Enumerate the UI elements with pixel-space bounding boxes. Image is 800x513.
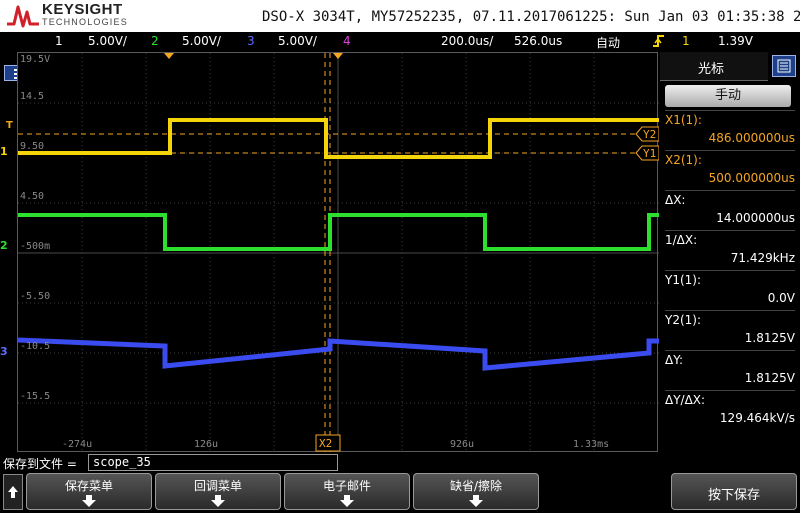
- x2-readout: X2(1): 500.000000us: [665, 150, 795, 189]
- tab-cursors-label: 光标: [698, 62, 725, 77]
- ch2-ground-marker[interactable]: 2: [0, 239, 8, 252]
- softkey-label: 回调菜单: [193, 479, 242, 493]
- keysight-logo-icon: [7, 5, 39, 28]
- recall-menu-softkey[interactable]: 回调菜单: [155, 473, 281, 510]
- filename-field[interactable]: scope_35: [88, 454, 338, 471]
- softkey-bar: 保存到文件 = scope_35 保存菜单 回调菜单 电子邮件 缺省/擦除 按下…: [0, 452, 800, 512]
- softkey-label: 保存菜单: [64, 479, 113, 493]
- trigger-position-marker: [164, 53, 174, 59]
- down-arrow-icon: [469, 495, 483, 507]
- y-scale-label: 4.50: [20, 191, 45, 202]
- down-arrow-icon: [340, 495, 354, 507]
- brand-name: KEYSIGHT: [42, 1, 123, 18]
- y-scale-label: 9.50: [20, 141, 45, 152]
- title-bar: KEYSIGHT TECHNOLOGIES DSO-X 3034T, MY572…: [0, 0, 800, 32]
- x2-label: X2(1):: [665, 153, 702, 167]
- delta-x-label: ΔX:: [665, 193, 686, 207]
- cursor-panel: 光标 手动 X1(1): 486.000000us X2(1): 500.000…: [660, 52, 800, 452]
- press-to-save-softkey[interactable]: 按下保存: [671, 473, 797, 510]
- inv-delta-x-value: 71.429kHz: [730, 251, 795, 265]
- ch2-scale[interactable]: 5.00V/: [182, 34, 221, 48]
- y-scale-label: -15.5: [20, 391, 51, 402]
- waveform-display[interactable]: 19.5V 14.5 9.50 4.50 -500m -5.50 -10.5 -…: [17, 52, 659, 453]
- y-scale-label: 14.5: [20, 91, 45, 102]
- y2-value: 1.8125V: [744, 331, 795, 345]
- y1-readout: Y1(1): 0.0V: [665, 270, 795, 309]
- down-arrow-icon: [82, 495, 96, 507]
- y1-value: 0.0V: [767, 291, 795, 305]
- x2-value: 500.000000us: [708, 171, 795, 185]
- save-menu-softkey[interactable]: 保存菜单: [26, 473, 152, 510]
- save-to-file-label: 保存到文件 =: [3, 457, 77, 471]
- y2-readout: Y2(1): 1.8125V: [665, 310, 795, 349]
- y-scale-label: -10.5: [20, 341, 51, 352]
- trigger-level-marker[interactable]: T: [6, 120, 13, 131]
- x-scale-label: 126u: [194, 439, 219, 450]
- inv-delta-x-label: 1/ΔX:: [665, 233, 698, 247]
- softkey-label: 按下保存: [707, 488, 760, 503]
- x2-cursor-label[interactable]: X2: [319, 437, 332, 450]
- ch1-ground-marker[interactable]: 1: [0, 145, 8, 158]
- y-scale-label: -5.50: [20, 291, 51, 302]
- y2-cursor-label[interactable]: Y2: [643, 128, 656, 141]
- horizontal-delay[interactable]: 526.0us: [514, 34, 562, 48]
- ch4-number[interactable]: 4: [343, 34, 351, 48]
- delta-x-value: 14.000000us: [716, 211, 795, 225]
- tab-cursors[interactable]: 光标: [660, 52, 768, 81]
- brand-subtitle: TECHNOLOGIES: [42, 17, 128, 27]
- y-scale-label: 19.5V: [20, 54, 51, 65]
- x-scale-label: 1.33ms: [573, 439, 610, 450]
- status-bar: 1 5.00V/ 2 5.00V/ 3 5.00V/ 4 200.0us/ 52…: [0, 32, 800, 81]
- x-scale-label: -274u: [62, 439, 93, 450]
- y-scale-label: -500m: [20, 241, 51, 252]
- y1-label: Y1(1):: [665, 273, 702, 287]
- ch3-number[interactable]: 3: [247, 34, 255, 48]
- trigger-source[interactable]: 1: [682, 34, 690, 48]
- trigger-mode[interactable]: 自动: [596, 34, 620, 51]
- ch1-number[interactable]: 1: [55, 34, 63, 48]
- ch1-scale[interactable]: 5.00V/: [88, 34, 127, 48]
- ch3-scale[interactable]: 5.00V/: [278, 34, 317, 48]
- x1-label: X1(1):: [665, 113, 702, 127]
- center-marker: [333, 53, 343, 59]
- x1-value: 486.000000us: [708, 131, 795, 145]
- slope-readout: ΔY/ΔX: 129.464kV/s: [665, 390, 795, 429]
- softkey-label: 电子邮件: [322, 479, 371, 493]
- delta-y-label: ΔY:: [665, 353, 683, 367]
- timebase-scale[interactable]: 200.0us/: [441, 34, 493, 48]
- ch2-number[interactable]: 2: [151, 34, 159, 48]
- menu-up-button[interactable]: [3, 474, 23, 510]
- window-title: DSO-X 3034T, MY57252235, 07.11.201706122…: [262, 9, 800, 25]
- inv-delta-x-readout: 1/ΔX: 71.429kHz: [665, 230, 795, 269]
- panel-menu-icon[interactable]: [772, 55, 796, 77]
- delta-y-readout: ΔY: 1.8125V: [665, 350, 795, 389]
- x1-readout: X1(1): 486.000000us: [665, 110, 795, 149]
- trigger-level[interactable]: 1.39V: [718, 34, 753, 48]
- ch3-ground-marker[interactable]: 3: [0, 345, 8, 358]
- y2-label: Y2(1):: [665, 313, 702, 327]
- delta-x-readout: ΔX: 14.000000us: [665, 190, 795, 229]
- softkey-label: 缺省/擦除: [449, 479, 503, 493]
- x-scale-label: 926u: [450, 439, 475, 450]
- y1-cursor-label[interactable]: Y1: [643, 147, 656, 160]
- delta-y-value: 1.8125V: [744, 371, 795, 385]
- slope-label: ΔY/ΔX:: [665, 393, 706, 407]
- trigger-edge-icon: [652, 33, 666, 52]
- cursor-mode-button[interactable]: 手动: [665, 85, 791, 107]
- default-erase-softkey[interactable]: 缺省/擦除: [413, 473, 539, 510]
- slope-value: 129.464kV/s: [719, 411, 795, 425]
- down-arrow-icon: [211, 495, 225, 507]
- email-softkey[interactable]: 电子邮件: [284, 473, 410, 510]
